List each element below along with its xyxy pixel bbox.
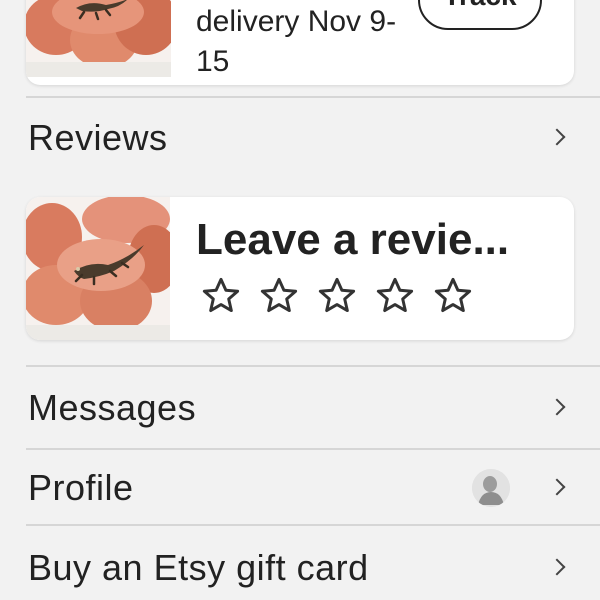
order-product-thumbnail[interactable] xyxy=(26,0,171,77)
lizard-figurine-image xyxy=(26,0,171,77)
star-outline-icon[interactable] xyxy=(374,275,416,317)
divider xyxy=(26,365,600,367)
leave-review-card[interactable]: Leave a revie... xyxy=(26,197,574,340)
star-outline-icon[interactable] xyxy=(316,275,358,317)
delivery-estimate: delivery Nov 9-15 xyxy=(196,5,397,78)
gift-card-row[interactable]: Buy an Etsy gift card xyxy=(26,530,600,600)
divider xyxy=(26,96,600,98)
leave-review-title: Leave a revie... xyxy=(196,215,510,264)
star-outline-icon[interactable] xyxy=(258,275,300,317)
account-screen: delivery Nov 9-15 Track Reviews L xyxy=(0,0,600,600)
star-outline-icon[interactable] xyxy=(200,275,242,317)
order-card[interactable]: delivery Nov 9-15 Track xyxy=(26,0,574,85)
gift-card-label: Buy an Etsy gift card xyxy=(28,547,369,588)
chevron-right-icon xyxy=(548,478,566,496)
messages-label: Messages xyxy=(28,387,197,428)
review-product-thumbnail[interactable] xyxy=(26,197,170,340)
avatar xyxy=(472,469,510,507)
messages-row[interactable]: Messages xyxy=(26,370,600,446)
profile-label: Profile xyxy=(28,467,134,508)
chevron-right-icon xyxy=(548,558,566,576)
track-button[interactable]: Track xyxy=(418,0,542,30)
reviews-row[interactable]: Reviews xyxy=(26,100,600,176)
reviews-label: Reviews xyxy=(28,117,168,158)
chevron-right-icon xyxy=(548,398,566,416)
star-rating[interactable] xyxy=(200,275,474,317)
divider xyxy=(26,524,600,526)
star-outline-icon[interactable] xyxy=(432,275,474,317)
chevron-right-icon xyxy=(548,128,566,146)
profile-row[interactable]: Profile xyxy=(26,450,600,526)
lizard-figurine-image xyxy=(26,197,170,340)
user-avatar-icon xyxy=(472,469,510,507)
